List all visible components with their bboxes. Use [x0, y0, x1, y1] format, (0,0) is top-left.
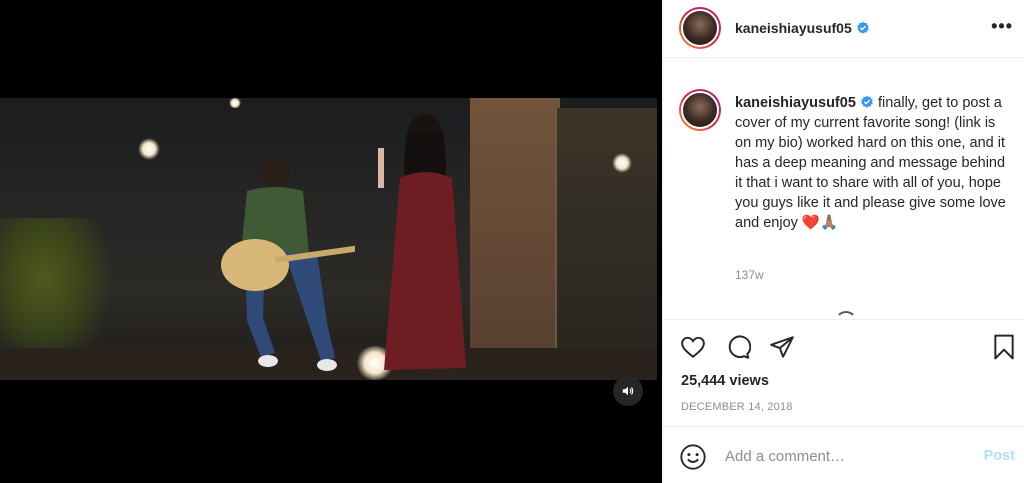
- verified-badge-icon: [857, 21, 869, 34]
- video-scene-guitarist: [221, 156, 355, 371]
- caption: kaneishiayusuf05 finally, get to post a …: [735, 93, 1013, 233]
- header-username[interactable]: kaneishiayusuf05: [735, 20, 852, 36]
- loading-spinner: [835, 311, 857, 319]
- video-scene-light: [228, 98, 242, 108]
- caption-emojis: ❤️🙏🏽: [801, 215, 839, 231]
- comment-button[interactable]: [723, 332, 753, 362]
- post-time-ago[interactable]: 137w: [735, 268, 764, 282]
- post-comment-button[interactable]: Post: [984, 448, 1015, 464]
- video-scene-wall: [470, 98, 560, 380]
- post-date: DECEMBER 14, 2018: [681, 401, 793, 413]
- caption-avatar[interactable]: [679, 89, 721, 131]
- heart-icon: [681, 336, 705, 358]
- share-icon: [770, 336, 794, 358]
- video-player[interactable]: [0, 98, 657, 380]
- caption-username[interactable]: kaneishiayusuf05: [735, 95, 856, 111]
- emoji-button[interactable]: [679, 443, 707, 476]
- volume-icon: [622, 386, 634, 396]
- verified-badge-icon: [861, 95, 873, 108]
- mute-button[interactable]: [613, 376, 643, 406]
- avatar[interactable]: [679, 7, 721, 49]
- action-bar: [663, 332, 1024, 366]
- emoji-icon: [680, 444, 706, 470]
- post-media: [0, 0, 662, 483]
- post-panel: kaneishiayusuf05 ••• kaneishiayusuf05 fi…: [662, 0, 1024, 483]
- comment-form: Post: [663, 426, 1024, 483]
- comment-input[interactable]: [725, 445, 965, 467]
- more-options-icon[interactable]: •••: [991, 16, 1013, 37]
- post-header: kaneishiayusuf05 •••: [663, 0, 1024, 58]
- bookmark-icon: [994, 334, 1014, 360]
- video-scene-light: [138, 138, 160, 160]
- video-scene-singer: [378, 114, 466, 370]
- caption-text: finally, get to post a cover of my curre…: [735, 95, 1006, 231]
- save-button[interactable]: [989, 332, 1019, 362]
- video-scene-light: [612, 153, 632, 173]
- view-count[interactable]: 25,444 views: [681, 373, 769, 389]
- caption-section: kaneishiayusuf05 finally, get to post a …: [663, 58, 1024, 320]
- video-scene-plant: [0, 218, 110, 368]
- comment-icon: [728, 335, 751, 359]
- video-scene-window: [555, 108, 657, 358]
- like-button[interactable]: [678, 332, 708, 362]
- header-user: kaneishiayusuf05: [735, 20, 870, 38]
- share-button[interactable]: [767, 332, 797, 362]
